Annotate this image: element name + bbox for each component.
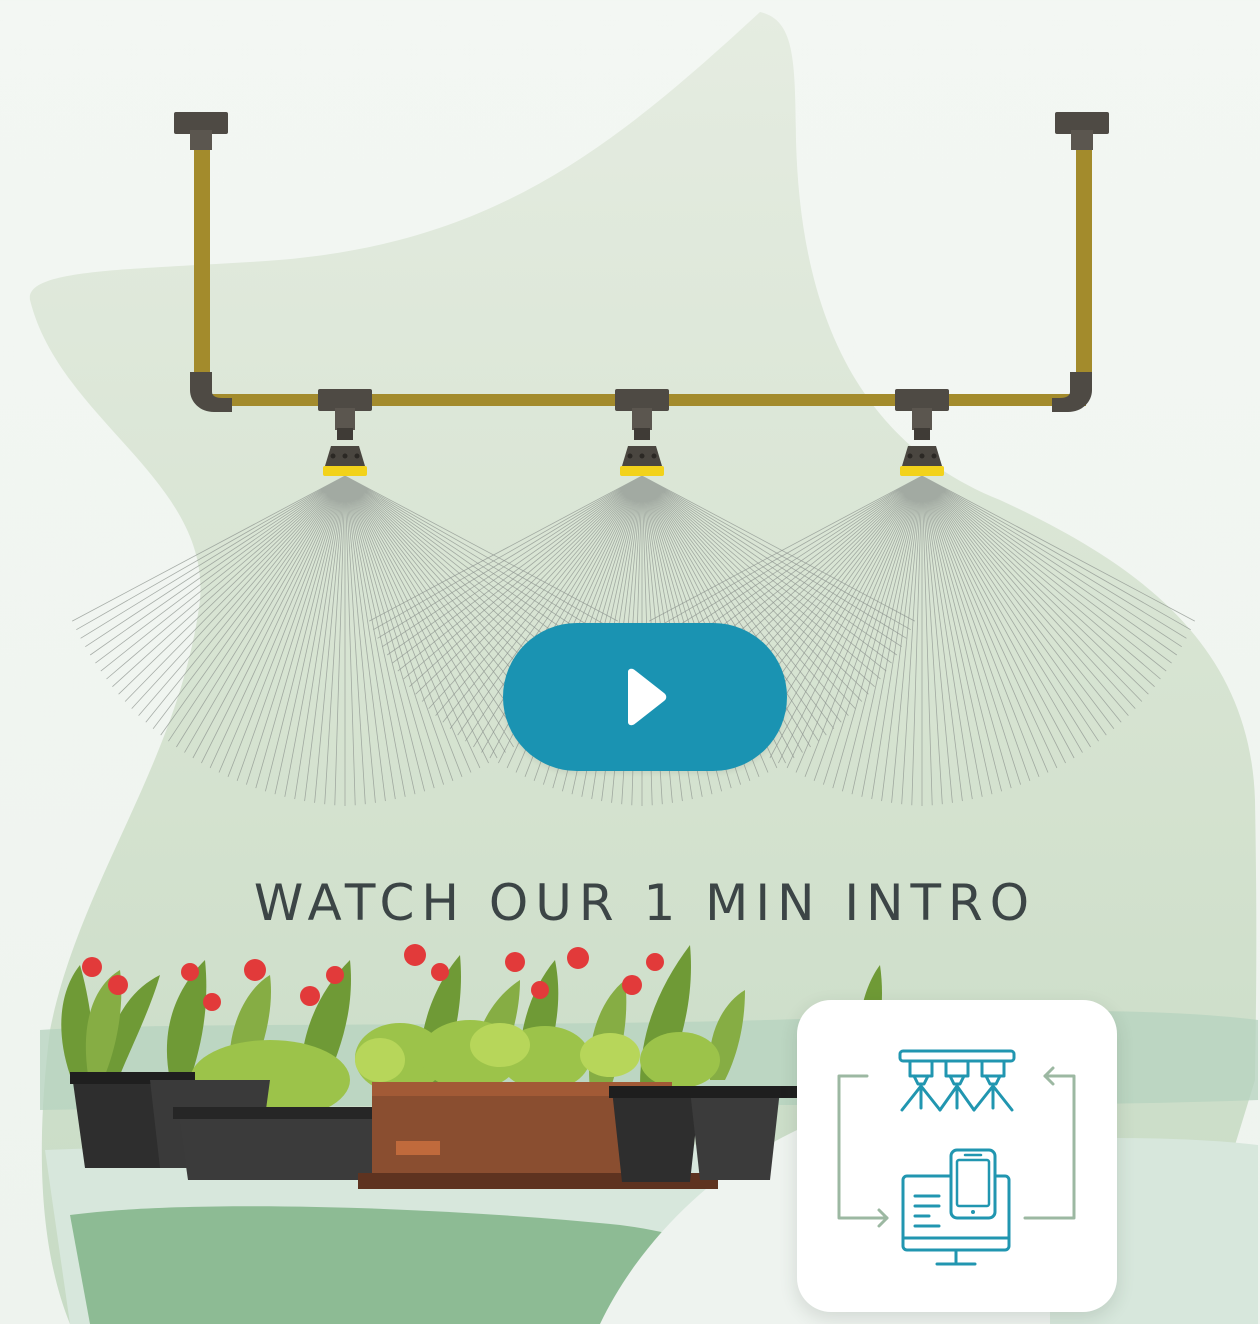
- sprinkler-system-icon: [898, 1049, 1016, 1112]
- intro-title: WATCH OUR 1 MIN INTRO: [253, 874, 1037, 932]
- computer-phone-icon: [901, 1148, 1011, 1266]
- play-video-button[interactable]: [503, 623, 787, 771]
- sprinkler-nozzle: [895, 389, 949, 476]
- play-icon: [628, 668, 667, 726]
- automation-card: [797, 1000, 1117, 1312]
